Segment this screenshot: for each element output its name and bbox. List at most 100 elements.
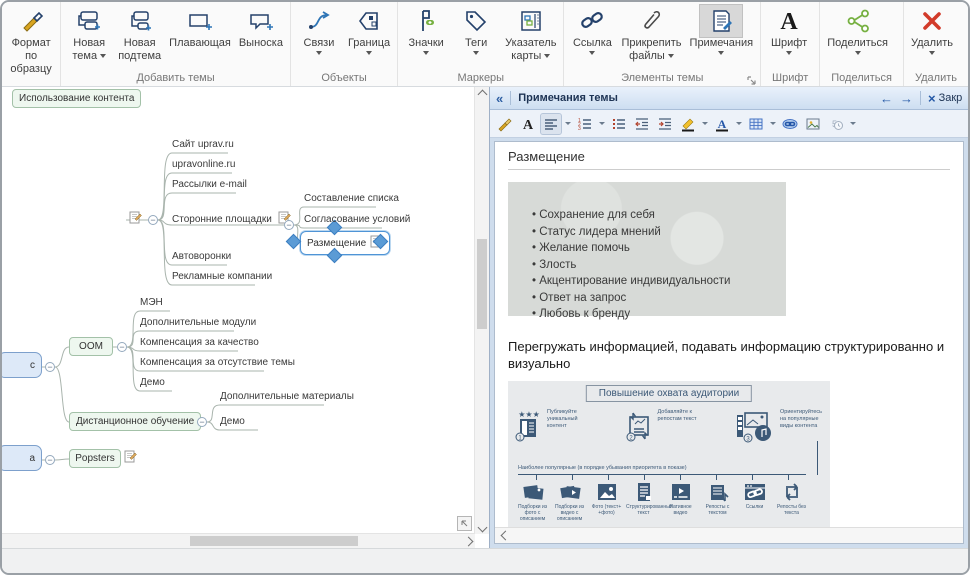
align-dropdown-icon[interactable] <box>565 122 571 125</box>
group-label: Маркеры <box>401 71 560 86</box>
tags-button[interactable]: Теги <box>451 3 501 55</box>
button-label: Плавающая <box>169 37 231 50</box>
indent-icon[interactable] <box>655 114 675 134</box>
subtopic-label[interactable]: Демо <box>140 377 165 388</box>
topic-node[interactable]: ООМ <box>69 337 113 356</box>
group-label: Добавить темы <box>64 71 287 86</box>
insert-link-icon[interactable] <box>780 114 800 134</box>
horizontal-scroll-thumb[interactable] <box>190 536 358 546</box>
align-icon[interactable] <box>541 114 561 134</box>
collapse-toggle[interactable]: − <box>45 362 55 372</box>
button-label: Новая подтема <box>118 37 161 63</box>
dropdown-arrow-icon <box>668 54 674 58</box>
topic-node[interactable]: Использование контента <box>12 89 141 108</box>
notes-panel: « Примечания темы ← → × Закрыть A 123 <box>489 87 968 548</box>
dialog-launcher-icon[interactable] <box>746 73 757 84</box>
collapse-toggle[interactable]: − <box>45 455 55 465</box>
horizontal-scrollbar[interactable] <box>2 533 475 548</box>
insert-image-icon[interactable] <box>803 114 823 134</box>
notes-toolbar: A 123 A 5 <box>490 110 968 138</box>
collapse-toggle[interactable]: − <box>197 417 207 427</box>
notes-horizontal-scrollbar[interactable] <box>495 527 963 543</box>
subtopic-label[interactable]: МЭН <box>140 297 163 308</box>
main-topic-clipped[interactable]: с <box>2 352 42 378</box>
insert-datetime-icon[interactable]: 5 <box>826 114 846 134</box>
svg-text:A: A <box>718 117 727 131</box>
dropdown-arrow-icon <box>366 51 372 55</box>
new-subtopic-button[interactable]: Новая подтема <box>114 3 165 63</box>
subtopic-label[interactable]: Компенсация за качество <box>140 337 259 348</box>
font-color-icon[interactable]: A <box>712 114 732 134</box>
subtopic-label[interactable]: upravonline.ru <box>172 159 235 170</box>
scroll-right-arrow[interactable] <box>461 534 475 548</box>
collapse-toggle[interactable]: − <box>117 342 127 352</box>
vertical-scrollbar[interactable] <box>474 87 489 534</box>
format-painter-button[interactable]: Формат по образцу <box>5 3 57 76</box>
close-panel-button[interactable]: × Закрыть <box>928 91 962 106</box>
format-brush-icon[interactable] <box>495 114 515 134</box>
map-canvas[interactable]: Использование контента ООМ Дистанционное… <box>2 87 489 548</box>
numbered-list-icon[interactable]: 123 <box>575 114 595 134</box>
vertical-scroll-thumb[interactable] <box>477 239 487 329</box>
scroll-up-arrow[interactable] <box>475 87 489 101</box>
table-dropdown-icon[interactable] <box>770 122 776 125</box>
map-overview-button[interactable] <box>457 516 472 531</box>
font-button[interactable]: A Шрифт <box>764 3 814 55</box>
subtopic-label[interactable]: Согласование условий <box>304 214 410 225</box>
collapse-toggle[interactable]: − <box>148 215 158 225</box>
notes-icon <box>700 5 742 37</box>
attach-files-button[interactable]: Прикрепить файлы <box>617 3 685 63</box>
group-label: Объекты <box>294 71 394 86</box>
icons-button[interactable]: Значки <box>401 3 451 55</box>
previous-note-icon[interactable]: ← <box>880 91 893 106</box>
highlight-dropdown-icon[interactable] <box>702 122 708 125</box>
subtopic-label[interactable]: Автоворонки <box>172 251 231 262</box>
subtopic-label[interactable]: Дополнительные модули <box>140 317 256 328</box>
notes-body[interactable]: Размещение Сохранение для себяСтатус лид… <box>495 142 963 527</box>
subtopic-label[interactable]: Демо <box>220 416 245 427</box>
notes-button[interactable]: Примечания <box>686 3 758 55</box>
callout-button[interactable]: Выноска <box>235 3 287 50</box>
numbered-list-dropdown-icon[interactable] <box>599 122 605 125</box>
subtopic-label[interactable]: Составление списка <box>304 193 399 204</box>
subtopic-label[interactable]: Дополнительные материалы <box>220 391 354 402</box>
tag-icon <box>455 5 497 37</box>
map-index-button[interactable]: Указатель карты <box>501 3 560 63</box>
delete-button[interactable]: Удалить <box>907 3 957 55</box>
notes-content[interactable]: Размещение Сохранение для себяСтатус лид… <box>494 141 964 544</box>
collapse-panel-icon[interactable]: « <box>496 91 503 106</box>
topic-notes-icon[interactable] <box>124 450 137 466</box>
outdent-icon[interactable] <box>632 114 652 134</box>
font-color-dropdown-icon[interactable] <box>736 122 742 125</box>
note-paragraph: Перегружать информацией, подавать информ… <box>508 338 960 372</box>
relationships-button[interactable]: Связи <box>294 3 344 55</box>
topic-node[interactable]: Дистанционное обучение <box>69 412 201 431</box>
subtopic-label[interactable]: Компенсация за отсутствие темы <box>140 357 295 368</box>
boundary-button[interactable]: Граница <box>344 3 394 55</box>
share-button[interactable]: Поделиться <box>823 3 892 55</box>
subtopic-label[interactable]: Сайт uprav.ru <box>172 139 234 150</box>
datetime-dropdown-icon[interactable] <box>850 122 856 125</box>
next-note-icon[interactable]: → <box>900 91 913 106</box>
topic-notes-icon[interactable] <box>129 211 142 227</box>
highlight-icon[interactable] <box>678 114 698 134</box>
topic-node[interactable]: Popsters <box>69 449 121 468</box>
font-dialog-icon[interactable]: A <box>518 114 538 134</box>
floating-topic-button[interactable]: Плавающая <box>165 3 235 50</box>
infographic-item: Нативное видео <box>662 481 699 522</box>
table-icon[interactable] <box>746 114 766 134</box>
notes-scroll-left-arrow[interactable] <box>498 529 512 543</box>
main-topic-clipped[interactable]: а <box>2 445 42 471</box>
bullet-list-icon[interactable] <box>609 114 629 134</box>
bullet-item: Сохранение для себя <box>532 207 786 224</box>
subtopic-label[interactable]: Рассылки e-mail <box>172 179 247 190</box>
link-button[interactable]: Ссылка <box>567 3 617 55</box>
new-topic-button[interactable]: Новая тема <box>64 3 114 63</box>
collapse-toggle[interactable]: − <box>284 220 294 230</box>
delete-icon <box>911 5 953 37</box>
subtopic-label[interactable]: Рекламные компании <box>172 271 272 282</box>
subtopic-label[interactable]: Сторонние площадки <box>172 211 291 227</box>
scroll-down-arrow[interactable] <box>475 520 489 534</box>
button-label: Выноска <box>239 37 283 50</box>
infographic-step: 3 Ориентируйтесь на популярные виды конт… <box>733 409 826 443</box>
